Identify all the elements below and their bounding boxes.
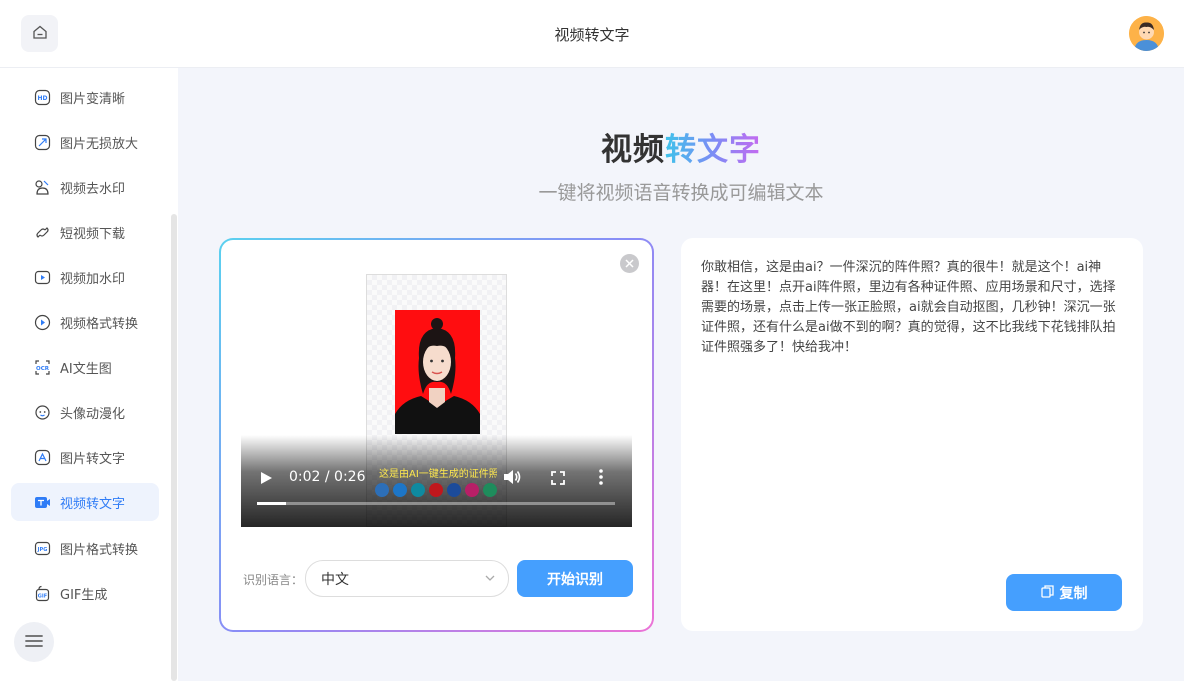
fullscreen-button[interactable] bbox=[551, 470, 565, 489]
enlarge-icon bbox=[33, 133, 51, 151]
transcription-text[interactable]: 你敢相信，这是由ai？一件深沉的阵件照？真的很牛！就是这个！ai神器！在这里！点… bbox=[701, 258, 1125, 358]
svg-text:GIF: GIF bbox=[37, 593, 46, 599]
more-vertical-icon bbox=[599, 469, 603, 485]
page-title: 视频转文字 bbox=[178, 124, 1184, 169]
watermark-remove-icon bbox=[33, 178, 51, 196]
watermark-add-icon bbox=[33, 268, 51, 286]
copy-button-label: 复制 bbox=[1059, 584, 1088, 601]
video-upload-card: 这是由AI一键生成的证件照 0:02 / 0:26 识别语言： 中文 开始识别 bbox=[219, 238, 654, 632]
sidebar-item-short-video-download[interactable]: 短视频下载 bbox=[11, 213, 159, 251]
play-icon bbox=[261, 472, 272, 484]
volume-button[interactable] bbox=[503, 469, 521, 489]
sidebar-item-label: 图片变清晰 bbox=[60, 91, 126, 107]
video-progress-fill bbox=[257, 502, 286, 505]
sidebar-item-video-add-watermark[interactable]: 视频加水印 bbox=[11, 258, 159, 296]
sidebar-scrollbar[interactable] bbox=[171, 214, 177, 681]
sidebar-item-image-hd[interactable]: HD 图片变清晰 bbox=[11, 78, 159, 116]
sidebar-item-label: 视频转文字 bbox=[60, 496, 126, 512]
sidebar-item-video-format-convert[interactable]: 视频格式转换 bbox=[11, 303, 159, 341]
sidebar-item-ai-text-to-image[interactable]: OCR AI文生图 bbox=[11, 348, 159, 386]
sidebar-item-video-to-text[interactable]: 视频转文字 bbox=[11, 483, 159, 521]
language-select-value: 中文 bbox=[321, 571, 349, 588]
svg-text:HD: HD bbox=[37, 95, 47, 102]
sidebar-item-label: 图片无损放大 bbox=[60, 136, 139, 152]
sidebar-item-label: 图片格式转换 bbox=[60, 542, 139, 558]
sidebar: HD 图片变清晰 图片无损放大 视频去水印 短视频下载 视频加水印 视频格式转换… bbox=[0, 68, 178, 681]
sidebar-collapse-button[interactable] bbox=[14, 622, 54, 662]
sidebar-item-label: GIF生成 bbox=[60, 587, 108, 603]
anime-avatar-icon bbox=[33, 403, 51, 421]
hd-icon: HD bbox=[33, 88, 51, 106]
svg-text:OCR: OCR bbox=[36, 366, 50, 372]
header-title: 视频转文字 bbox=[554, 26, 630, 44]
sidebar-item-label: 图片转文字 bbox=[60, 451, 126, 467]
close-icon bbox=[625, 257, 634, 271]
video-progress-bar[interactable] bbox=[257, 502, 615, 505]
page-subtitle: 一键将视频语音转换成可编辑文本 bbox=[538, 182, 824, 204]
sidebar-item-image-format-convert[interactable]: JPG 图片格式转换 bbox=[11, 529, 159, 567]
remove-video-button[interactable] bbox=[620, 254, 639, 273]
page-title-part1: 视频 bbox=[601, 132, 665, 168]
more-options-button[interactable] bbox=[599, 469, 603, 489]
gif-icon: GIF bbox=[33, 584, 51, 602]
image-text-icon bbox=[33, 448, 51, 466]
copy-icon bbox=[1040, 584, 1054, 601]
video-time: 0:02 / 0:26 bbox=[289, 469, 366, 485]
sidebar-item-label: 视频格式转换 bbox=[60, 316, 139, 332]
ai-scan-icon: OCR bbox=[33, 358, 51, 376]
sidebar-item-image-to-text[interactable]: 图片转文字 bbox=[11, 438, 159, 476]
start-recognition-button[interactable]: 开始识别 bbox=[517, 560, 633, 597]
sidebar-item-gif-generate[interactable]: GIF GIF生成 bbox=[11, 574, 159, 612]
sidebar-item-label: 短视频下载 bbox=[60, 226, 126, 242]
top-header: 视频转文字 bbox=[0, 0, 1184, 68]
result-card: 你敢相信，这是由ai？一件深沉的阵件照？真的很牛！就是这个！ai神器！在这里！点… bbox=[681, 238, 1143, 631]
chevron-down-icon bbox=[484, 572, 496, 588]
sidebar-item-label: 视频加水印 bbox=[60, 271, 126, 287]
image-format-icon: JPG bbox=[33, 539, 51, 557]
sidebar-item-label: 视频去水印 bbox=[60, 181, 126, 197]
svg-text:JPG: JPG bbox=[36, 547, 47, 553]
sidebar-item-avatar-anime[interactable]: 头像动漫化 bbox=[11, 393, 159, 431]
language-select[interactable]: 中文 bbox=[305, 560, 509, 597]
link-download-icon bbox=[33, 223, 51, 241]
sidebar-item-image-enlarge[interactable]: 图片无损放大 bbox=[11, 123, 159, 161]
video-player[interactable]: 这是由AI一键生成的证件照 0:02 / 0:26 bbox=[241, 273, 632, 527]
volume-icon bbox=[504, 470, 521, 484]
menu-icon bbox=[25, 633, 43, 652]
color-swatches bbox=[375, 483, 497, 497]
language-label: 识别语言： bbox=[243, 573, 304, 587]
video-text-icon bbox=[33, 493, 51, 511]
fullscreen-icon bbox=[551, 471, 565, 485]
copy-button[interactable]: 复制 bbox=[1006, 574, 1122, 611]
sidebar-item-label: 头像动漫化 bbox=[60, 406, 126, 422]
page-title-part2: 转文字 bbox=[665, 132, 761, 168]
video-subtitle: 这是由AI一键生成的证件照 bbox=[379, 469, 497, 480]
sidebar-item-label: AI文生图 bbox=[60, 361, 112, 377]
id-photo-image bbox=[395, 310, 480, 434]
play-circle-icon bbox=[33, 313, 51, 331]
play-button[interactable] bbox=[259, 470, 273, 489]
sidebar-item-video-remove-watermark[interactable]: 视频去水印 bbox=[11, 168, 159, 206]
user-avatar[interactable] bbox=[1129, 16, 1164, 51]
